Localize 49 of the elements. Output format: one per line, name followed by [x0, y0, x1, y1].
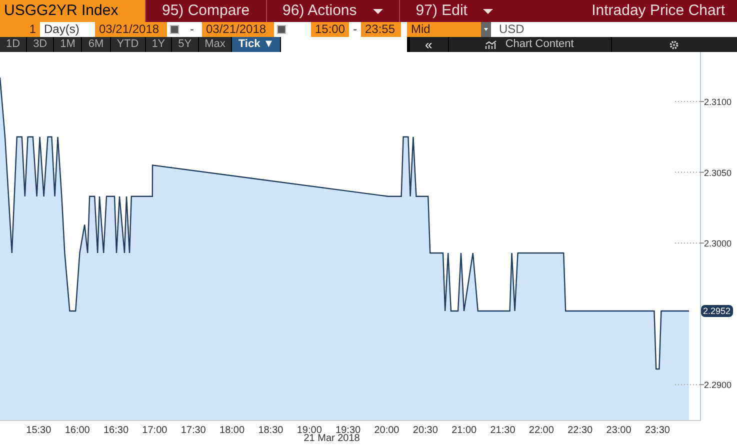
y-tick-label: 2.3050 — [704, 168, 732, 178]
x-tick-label: 16:30 — [104, 425, 129, 436]
x-tick-label: 23:30 — [644, 425, 670, 436]
x-tick-label: 16:00 — [64, 425, 90, 436]
range-tab[interactable]: 1D — [0, 37, 26, 52]
range-tab[interactable]: Tick ▼ — [232, 37, 280, 52]
calendar-icon[interactable] — [277, 25, 286, 34]
x-tick-label: 17:30 — [180, 425, 206, 436]
start-date-field[interactable]: 03/21/2018 — [95, 22, 167, 37]
x-tick-label: 20:30 — [412, 425, 438, 436]
x-tick-label: 17:00 — [142, 425, 168, 436]
currency-label: USD — [498, 22, 526, 37]
y-tick-label: 2.3000 — [704, 238, 732, 249]
end-date-field[interactable]: 03/21/2018 — [202, 22, 274, 37]
chart-content-button[interactable]: Chart Content — [448, 37, 611, 52]
x-tick-label: 22:00 — [528, 425, 554, 436]
chart-icon — [485, 40, 498, 50]
x-tick-label: 22:30 — [568, 425, 593, 436]
price-type-field[interactable]: Mid — [407, 22, 481, 37]
range-tab[interactable]: Max — [198, 37, 232, 52]
x-tick-label: 20:00 — [374, 425, 400, 436]
x-tick-label: 21:30 — [490, 425, 516, 436]
last-price-label: 2.2952 — [701, 305, 733, 317]
date-label: 21 Mar 2018 — [304, 433, 360, 445]
time-separator: - — [352, 22, 358, 37]
calendar-icon[interactable] — [170, 25, 179, 34]
range-tab[interactable]: YTD — [110, 37, 145, 52]
range-tab[interactable]: 3D — [27, 37, 54, 52]
collapse-button[interactable]: « — [410, 37, 448, 52]
range-tab[interactable]: 6M — [82, 37, 110, 52]
period-unit-label: Day(s) — [43, 22, 80, 37]
settings-icon — [669, 40, 680, 50]
window-title: Intraday Price Chart — [590, 1, 726, 21]
range-tab[interactable]: 1Y — [146, 37, 172, 52]
dropdown-button[interactable] — [481, 22, 491, 37]
y-tick-label: 2.2900 — [704, 380, 732, 390]
x-tick-label: 23:00 — [606, 425, 632, 436]
end-time-field[interactable]: 23:55 — [361, 22, 401, 37]
security-field[interactable]: USGG2YR Index — [0, 0, 145, 22]
y-tick-label: 2.3100 — [704, 97, 732, 108]
x-tick-label: 18:00 — [220, 425, 245, 436]
x-tick-label: 15:30 — [26, 425, 52, 436]
start-time-field[interactable]: 15:00 — [311, 22, 349, 37]
x-tick-label: 21:00 — [452, 425, 477, 436]
range-tab[interactable]: 1M — [54, 37, 82, 52]
range-tab[interactable]: 5Y — [172, 37, 198, 52]
period-count-field[interactable]: 1 — [0, 22, 40, 37]
x-tick-label: 18:30 — [258, 425, 284, 436]
date-separator: - — [189, 22, 195, 37]
